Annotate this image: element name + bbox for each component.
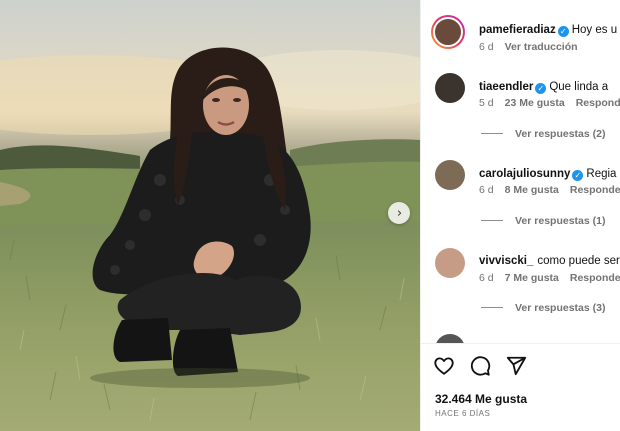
view-replies-button[interactable]: Ver respuestas (2) [481,128,620,140]
view-replies-button[interactable]: Ver respuestas (3) [481,302,620,314]
caption-row: pamefieradiaz ✓ Hoy es u [479,20,620,38]
comment-username[interactable]: vivviscki_ [479,255,533,267]
comment-meta: 6 d 7 Me gusta Responder [479,272,620,284]
comments-scroll[interactable]: pamefieradiaz ✓ Hoy es u 6 d Ver traducción… [421,0,620,343]
commenter-avatar[interactable] [435,73,465,103]
caption-meta: 6 d Ver traducción [479,41,620,53]
verified-badge-icon: ✓ [557,26,569,37]
comment-username[interactable]: carolajuliosunny [479,168,570,180]
view-replies-label: Ver respuestas (1) [515,215,606,227]
heart-icon[interactable] [433,355,455,377]
comment-time: 5 d [479,97,494,109]
comment-text: como puede ser t [537,255,620,267]
comment-icon[interactable] [469,355,491,377]
view-replies-button[interactable]: Ver respuestas (1) [481,215,620,227]
chevron-right-icon: › [396,205,403,221]
author-avatar-image [433,17,463,47]
view-replies-label: Ver respuestas (2) [515,128,606,140]
caption-time: 6 d [479,41,494,53]
translate-link[interactable]: Ver traducción [505,41,578,53]
verified-badge-icon: ✓ [572,170,584,181]
commenter-avatar[interactable] [435,248,465,278]
post-photo: › [0,0,420,431]
comment-row: tiaeendler ✓ Que linda a [479,77,620,95]
likes-count[interactable]: 32.464 Me gusta [435,392,527,406]
replies-line [481,307,503,308]
caption-text: Hoy es u [571,24,618,36]
replies-line [481,220,503,221]
comment-time: 6 d [479,184,494,196]
posted-time: HACE 6 DÍAS [435,409,491,418]
comment-text: Regia [586,168,617,180]
comment-time: 6 d [479,272,494,284]
verified-badge-icon: ✓ [535,83,547,94]
actions-divider [421,343,620,344]
comment-username[interactable]: tiaeendler [479,81,533,93]
next-photo-button[interactable]: › [388,202,410,224]
reply-button[interactable]: Responder [576,97,620,109]
send-icon[interactable] [505,355,527,377]
comment-text: Que linda a [549,81,609,93]
comment-row: carolajuliosunny ✓ Regia [479,164,620,182]
commenter-avatar[interactable] [435,334,465,343]
replies-line [481,133,503,134]
author-username[interactable]: pamefieradiaz [479,24,556,36]
comment-meta: 5 d 23 Me gusta Responder [479,97,620,109]
comment-likes[interactable]: 7 Me gusta [505,272,559,284]
commenter-avatar[interactable] [435,160,465,190]
comment-likes[interactable]: 8 Me gusta [505,184,559,196]
comments-panel: pamefieradiaz ✓ Hoy es u 6 d Ver traducción… [420,0,620,431]
comment-row: vivviscki_ como puede ser t [479,251,620,269]
reply-button[interactable]: Responder [570,184,620,196]
comment-meta: 6 d 8 Me gusta Responder [479,184,620,196]
reply-button[interactable]: Responder [570,272,620,284]
view-replies-label: Ver respuestas (3) [515,302,606,314]
post-actions [433,355,527,379]
author-avatar[interactable] [431,15,465,49]
photo-illustration [0,47,420,421]
comment-likes[interactable]: 23 Me gusta [505,97,565,109]
